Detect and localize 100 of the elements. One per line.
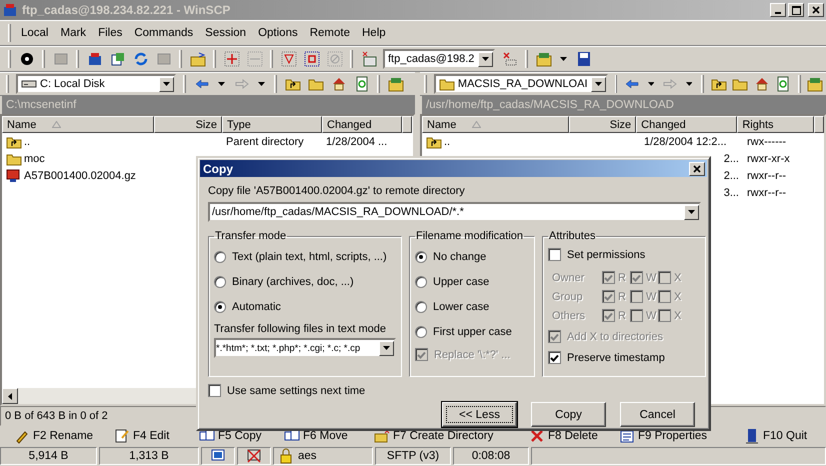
menu-item[interactable]: Remote — [304, 27, 356, 39]
caret-icon[interactable] — [648, 82, 654, 86]
column-header[interactable]: Name — [422, 116, 570, 133]
menu-item[interactable]: Commands — [128, 27, 200, 39]
maximize-button[interactable] — [788, 3, 804, 17]
dropdown-arrow-icon — [383, 346, 390, 350]
session-combobox[interactable]: ftp_cadas@198.2 — [383, 49, 495, 69]
dialog-button[interactable]: << Less — [442, 402, 517, 427]
caret-icon[interactable] — [258, 82, 265, 86]
function-key-button[interactable]: F10 Quit — [730, 427, 810, 445]
properties-icon — [619, 428, 635, 444]
caret-icon[interactable] — [686, 82, 692, 86]
column-header[interactable]: Changed — [322, 116, 402, 133]
minus-icon — [246, 51, 262, 67]
file-name[interactable]: moc — [24, 152, 45, 164]
radio-option[interactable]: Lower case — [415, 294, 529, 319]
function-key-button[interactable]: F8 Delete — [515, 427, 605, 445]
scroll-left-button[interactable] — [2, 388, 18, 404]
session-duration: 0:08:08 — [453, 447, 529, 465]
file-type: Parent directory — [226, 136, 304, 148]
open-folder-icon — [388, 76, 404, 92]
app-icon — [2, 2, 18, 18]
folder-compare-icon — [190, 51, 206, 67]
check-mark-icon — [604, 274, 613, 282]
disconnect-icon — [502, 51, 518, 67]
dialog-button[interactable]: Copy — [531, 402, 606, 427]
group-title: Attributes — [548, 230, 596, 242]
dropdown-arrow-icon — [482, 57, 489, 61]
group-title: Transfer mode — [214, 230, 288, 242]
documents-icon — [110, 51, 126, 67]
column-header[interactable]: Size — [569, 116, 636, 133]
file-name[interactable]: .. — [444, 136, 450, 148]
minimize-button[interactable] — [770, 3, 786, 17]
file-name[interactable]: .. — [24, 136, 30, 148]
text-mode-label: Transfer following files in text mode — [214, 323, 387, 335]
radio-option[interactable]: Binary (archives, doc, ...) — [214, 269, 396, 294]
column-header[interactable]: Rights — [737, 116, 814, 133]
notepad-icon — [114, 428, 130, 444]
permission-group-label: Group — [552, 290, 584, 302]
cipher-name: aes — [298, 450, 317, 462]
close-icon — [812, 6, 820, 14]
home-icon — [330, 76, 346, 92]
file-rights: rwx------ — [747, 136, 786, 148]
column-header[interactable]: Size — [154, 116, 222, 133]
same-settings-checkbox[interactable]: Use same settings next time — [208, 380, 701, 401]
function-key-button[interactable]: F4 Edit — [100, 427, 185, 445]
check-mark-icon — [604, 292, 613, 300]
target-directory-field[interactable]: /usr/home/ftp_cadas/MACSIS_RA_DOWNLOAD/*.* — [208, 202, 701, 222]
radio-option[interactable]: Text (plain text, html, scripts, ...) — [214, 244, 396, 269]
filter-icon — [280, 51, 296, 67]
menu-item[interactable]: Help — [356, 27, 392, 39]
folder-combobox[interactable]: MACSIS_RA_DOWNLOAI — [434, 74, 608, 94]
menu-item[interactable]: Session — [199, 27, 252, 39]
radio-option[interactable]: Automatic — [214, 294, 396, 319]
forward-arrow-icon — [662, 76, 678, 92]
close-button[interactable] — [808, 3, 824, 17]
path-bar: /usr/home/ftp_cadas/MACSIS_RA_DOWNLOAD — [422, 96, 826, 114]
caret-icon[interactable] — [218, 82, 225, 86]
selection-status: 0 B of 643 B in 0 of 2 — [5, 410, 108, 422]
menu-item[interactable]: Options — [252, 27, 304, 39]
file-icon — [6, 168, 22, 184]
check-mark-icon — [604, 312, 613, 320]
column-header[interactable]: Name — [2, 116, 154, 133]
radio-option[interactable]: Upper case — [415, 269, 529, 294]
caret-icon[interactable] — [560, 57, 567, 61]
function-key-button[interactable]: F7 Create Directory — [360, 427, 515, 445]
column-header[interactable]: Type — [222, 116, 322, 133]
close-button[interactable] — [689, 162, 705, 176]
file-date: 3... — [724, 186, 739, 198]
function-key-button[interactable]: F2 Rename — [0, 427, 100, 445]
menu-item[interactable]: Files — [92, 27, 128, 39]
dialog-button[interactable]: Cancel — [620, 402, 695, 427]
file-rights: rwxr-xr-x — [747, 152, 790, 164]
open-folder-icon — [807, 76, 824, 92]
window-title: ftp_cadas@198.234.82.221 - WinSCP — [22, 3, 232, 17]
menu-item[interactable]: Local — [15, 27, 54, 39]
column-header[interactable]: Changed — [636, 116, 738, 133]
save-icon — [576, 51, 592, 67]
dropdown-arrow-icon — [163, 82, 170, 86]
sync-icon — [304, 51, 320, 67]
file-date: 2... — [724, 152, 739, 164]
disabled-sync-icon — [326, 51, 342, 67]
dialog-title: Copy — [203, 162, 234, 176]
file-name[interactable]: A57B001400.02004.gz — [24, 170, 136, 182]
delete-icon — [529, 428, 545, 444]
copy-prompt: Copy file 'A57B001400.02004.gz' to remote directory — [208, 185, 466, 199]
disabled-tool-icon — [52, 51, 68, 67]
menu-item[interactable]: Mark — [54, 27, 92, 39]
radio-option[interactable]: No change — [415, 244, 529, 269]
check-mark-icon — [632, 274, 641, 282]
check-mark-icon — [417, 350, 426, 358]
column-header[interactable] — [402, 116, 412, 133]
refresh-icon — [354, 76, 370, 92]
column-header[interactable] — [814, 116, 824, 133]
text-mode-mask-field[interactable]: *.*htm*; *.txt; *.php*; *.cgi; *.c; *.cp — [214, 338, 396, 358]
gear-icon — [18, 51, 34, 67]
drive-combobox[interactable]: C: Local Disk — [16, 74, 176, 94]
radio-option[interactable]: First upper case — [415, 319, 529, 344]
sort-arrow-icon — [52, 121, 62, 128]
lock-icon — [278, 448, 294, 464]
